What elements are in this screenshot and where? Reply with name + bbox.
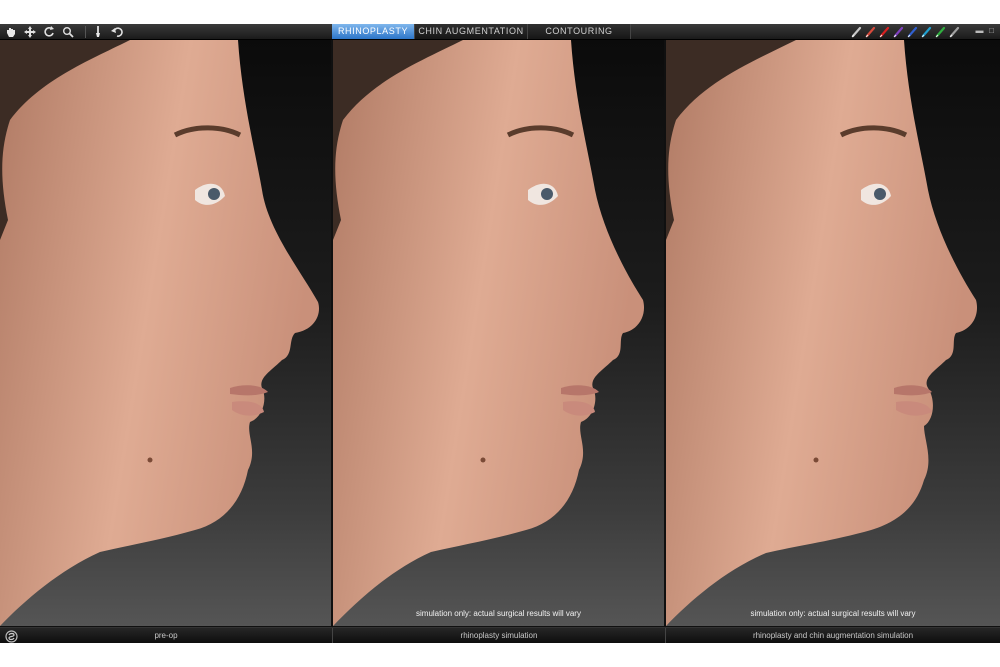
undo-icon[interactable] xyxy=(110,25,123,38)
bottom-caption-bar: pre-op rhinoplasty simulation rhinoplast… xyxy=(0,627,1000,643)
caption-rhinoplasty-chin-simulation: rhinoplasty and chin augmentation simula… xyxy=(752,631,914,640)
procedure-tabs: RHINOPLASTY CHIN AUGMENTATION CONTOURING xyxy=(332,24,631,39)
top-toolbar: RHINOPLASTY CHIN AUGMENTATION CONTOURING… xyxy=(0,24,1000,40)
window-controls: ▬ □ xyxy=(972,25,996,36)
panel-rhinoplasty-chin-simulation[interactable]: simulation only: actual surgical results… xyxy=(666,40,1000,626)
face-profile-image xyxy=(666,40,978,626)
face-profile-image xyxy=(0,40,320,626)
zoom-icon[interactable] xyxy=(61,25,74,38)
minimize-icon[interactable]: ▬ xyxy=(975,25,984,36)
caption-rhinoplasty-simulation: rhinoplasty simulation xyxy=(460,631,538,640)
pen-color-icon[interactable] xyxy=(949,25,960,38)
simulation-app-window: RHINOPLASTY CHIN AUGMENTATION CONTOURING… xyxy=(0,24,1000,643)
tab-chin-augmentation[interactable]: CHIN AUGMENTATION xyxy=(415,24,528,39)
pen-color-icon[interactable] xyxy=(907,25,918,38)
face-profile-image xyxy=(333,40,645,626)
hand-icon[interactable] xyxy=(4,25,17,38)
simulation-disclaimer: simulation only: actual surgical results… xyxy=(416,609,581,618)
pen-color-icon[interactable] xyxy=(865,25,876,38)
toolbar-separator xyxy=(85,25,86,38)
pen-color-icon[interactable] xyxy=(893,25,904,38)
pen-color-icon[interactable] xyxy=(879,25,890,38)
move-icon[interactable] xyxy=(23,25,36,38)
maximize-icon[interactable]: □ xyxy=(987,25,996,36)
pen-color-icon[interactable] xyxy=(921,25,932,38)
panel-rhinoplasty-simulation[interactable]: simulation only: actual surgical results… xyxy=(333,40,664,626)
simulation-disclaimer: simulation only: actual surgical results… xyxy=(750,609,916,618)
pen-color-icon[interactable] xyxy=(851,25,862,38)
rotate-icon[interactable] xyxy=(42,25,55,38)
tab-contouring[interactable]: CONTOURING xyxy=(528,24,631,39)
tab-rhinoplasty[interactable]: RHINOPLASTY xyxy=(332,24,415,39)
brush-icon[interactable] xyxy=(91,25,104,38)
panel-pre-op[interactable] xyxy=(0,40,331,626)
view-tools xyxy=(4,24,129,39)
caption-pre-op: pre-op xyxy=(154,631,178,640)
pen-color-icon[interactable] xyxy=(935,25,946,38)
pen-color-tools xyxy=(848,25,960,38)
